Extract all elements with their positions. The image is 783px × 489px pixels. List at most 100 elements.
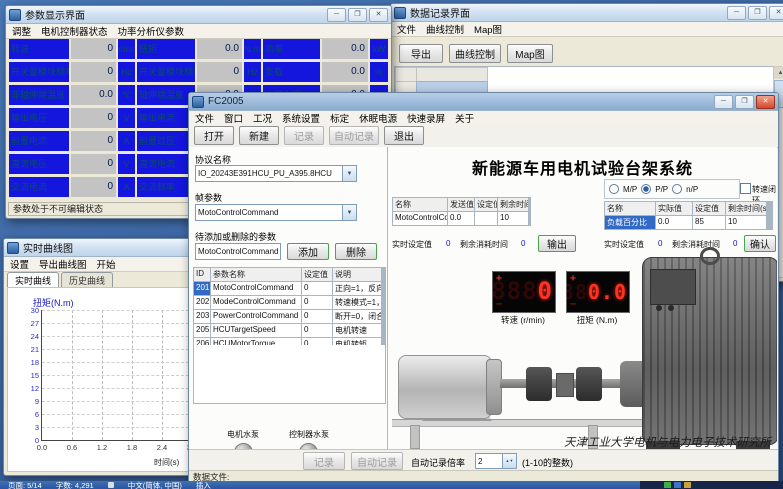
menu-map[interactable]: Map图: [474, 22, 502, 36]
table-cell[interactable]: 正向=1，反向: [333, 282, 381, 295]
exit-button[interactable]: 退出: [384, 126, 424, 145]
table-cell[interactable]: 0: [302, 282, 332, 295]
table-cell[interactable]: 负载百分比: [605, 216, 655, 229]
table-cell[interactable]: [475, 212, 497, 225]
radio-mp-label[interactable]: M/P: [623, 185, 637, 194]
chevron-down-icon[interactable]: ▼: [342, 205, 356, 220]
output-button[interactable]: 输出: [538, 235, 576, 252]
language-indicator[interactable]: 中文(简体, 中国): [128, 481, 182, 489]
menu-start[interactable]: 开始: [97, 257, 116, 271]
y-tick: 9: [23, 397, 39, 406]
chevron-down-icon[interactable]: ▼: [342, 166, 356, 181]
col-header[interactable]: 设定值: [302, 268, 332, 281]
tab-realtime-curve[interactable]: 实时曲线: [7, 272, 59, 287]
table-cell[interactable]: 202: [194, 296, 210, 309]
map-button[interactable]: Map图: [507, 44, 553, 63]
scroll-up-icon[interactable]: ▲: [774, 67, 783, 79]
spinner-arrows-icon[interactable]: ▲▼: [502, 454, 516, 468]
auto-record-bottom-button[interactable]: 自动记录: [351, 452, 403, 470]
table-cell[interactable]: 205: [194, 324, 210, 337]
table-cell[interactable]: PowerControlCommand: [211, 310, 301, 323]
new-button[interactable]: 新建: [239, 126, 279, 145]
page-indicator[interactable]: 页面: 5/14: [8, 481, 42, 489]
menu-export-curve[interactable]: 导出曲线图: [39, 257, 87, 271]
col-header[interactable]: 说明: [333, 268, 381, 281]
radio-mp[interactable]: [609, 184, 619, 194]
radio-np-label[interactable]: n/P: [686, 185, 698, 194]
confirm-button[interactable]: 确认: [744, 235, 776, 252]
table-cell[interactable]: 0: [302, 310, 332, 323]
record-button[interactable]: 记录: [284, 126, 324, 145]
close-icon[interactable]: ✕: [769, 6, 783, 20]
menu-curve-control[interactable]: 曲线控制: [426, 22, 464, 36]
param-name-input[interactable]: MotoControlCommand: [195, 243, 281, 260]
table-cell[interactable]: 断开=0，闭合: [333, 310, 381, 323]
table-cell[interactable]: HCUTargetSpeed: [211, 324, 301, 337]
open-button[interactable]: 打开: [194, 126, 234, 145]
menu-file[interactable]: 文件: [397, 22, 416, 36]
taskbar-icon[interactable]: [684, 482, 691, 488]
speed-loop-checkbox[interactable]: [740, 183, 751, 194]
maximize-icon[interactable]: ❐: [348, 8, 367, 22]
controller-pump-label: 控制器水泵: [289, 429, 329, 440]
radio-pp-label[interactable]: P/P: [655, 185, 668, 194]
export-button[interactable]: 导出: [399, 44, 443, 63]
rt-set-value: 0: [658, 239, 662, 248]
rate-spinner[interactable]: 2 ▲▼: [475, 453, 517, 469]
bench-top: [392, 419, 642, 427]
table-cell[interactable]: 203: [194, 310, 210, 323]
table-cell[interactable]: 转速模式=1，: [333, 296, 381, 309]
table-cell[interactable]: 电机转速: [333, 324, 381, 337]
word-count[interactable]: 字数: 4,291: [56, 481, 94, 489]
menu-adjust[interactable]: 调整: [12, 24, 31, 38]
table-cell[interactable]: 0: [302, 324, 332, 337]
x-axis-label: 时间(s): [154, 457, 179, 468]
radio-pp[interactable]: [641, 184, 651, 194]
data-record-titlebar[interactable]: 数据记录界面 ─ ❐ ✕: [391, 4, 783, 22]
param-config-table[interactable]: ID 参数名称 设定值 说明 201 MotoControlCommand 0 …: [193, 267, 386, 352]
menu-controller-status[interactable]: 电机控制器状态: [41, 24, 108, 38]
table-cell[interactable]: MotoControlCommand: [393, 212, 447, 225]
col-header[interactable]: 参数名称: [211, 268, 301, 281]
tab-history-curve[interactable]: 历史曲线: [61, 272, 113, 287]
load-table[interactable]: 名称 实际值 设定值 剩余时间(s) 负载百分比 0.0 85 10: [604, 201, 773, 230]
minimize-icon[interactable]: ─: [327, 8, 346, 22]
insert-mode[interactable]: 插入: [196, 481, 211, 489]
param-value: 0.0: [322, 39, 368, 59]
menu-settings[interactable]: 设置: [10, 257, 29, 271]
frame-combobox[interactable]: MotoControlCommand ▼: [195, 204, 357, 221]
taskbar-icon[interactable]: [674, 482, 681, 488]
record-bottom-button[interactable]: 记录: [303, 452, 345, 470]
close-icon[interactable]: ✕: [369, 8, 388, 22]
auto-record-button[interactable]: 自动记录: [329, 126, 379, 145]
add-button[interactable]: 添加: [287, 243, 329, 260]
table-cell[interactable]: 201: [194, 282, 210, 295]
taskbar-icon[interactable]: [664, 482, 671, 488]
table-cell[interactable]: 0.0: [448, 212, 474, 225]
param-titlebar[interactable]: 参数显示界面 ─ ❐ ✕: [6, 6, 391, 24]
table-cell[interactable]: 10: [726, 216, 766, 229]
minimize-icon[interactable]: ─: [714, 95, 733, 109]
curve-control-button[interactable]: 曲线控制: [449, 44, 501, 63]
protocol-combobox[interactable]: IO_20243E391HCU_PU_A395.8HCU ▼: [195, 165, 357, 182]
col-header[interactable]: ID: [194, 268, 210, 281]
param-label: 扭矩: [137, 39, 195, 59]
menu-power-analyzer[interactable]: 功率分析仪参数: [118, 24, 185, 38]
table-cell[interactable]: 0.0: [656, 216, 692, 229]
param-label: 开关量模块频率1: [9, 62, 69, 82]
close-icon[interactable]: ✕: [756, 95, 775, 109]
main-titlebar[interactable]: FC2005 ─ ❐ ✕: [189, 93, 778, 111]
table-cell[interactable]: 85: [693, 216, 725, 229]
table-cell[interactable]: 0: [302, 296, 332, 309]
minimize-icon[interactable]: ─: [727, 6, 746, 20]
delete-button[interactable]: 删除: [335, 243, 377, 260]
radio-np[interactable]: [672, 184, 682, 194]
maximize-icon[interactable]: ❐: [735, 95, 754, 109]
maximize-icon[interactable]: ❐: [748, 6, 767, 20]
table-cell[interactable]: ModeControlCommand: [211, 296, 301, 309]
send-table[interactable]: 名称 发送值 设定值 剩余时间(s) MotoControlCommand 0.…: [392, 197, 531, 226]
param-unit: r/min: [118, 39, 135, 59]
table-cell[interactable]: 10: [498, 212, 528, 225]
table-cell[interactable]: MotoControlCommand: [211, 282, 301, 295]
curve-titlebar[interactable]: 实时曲线图: [4, 239, 204, 257]
